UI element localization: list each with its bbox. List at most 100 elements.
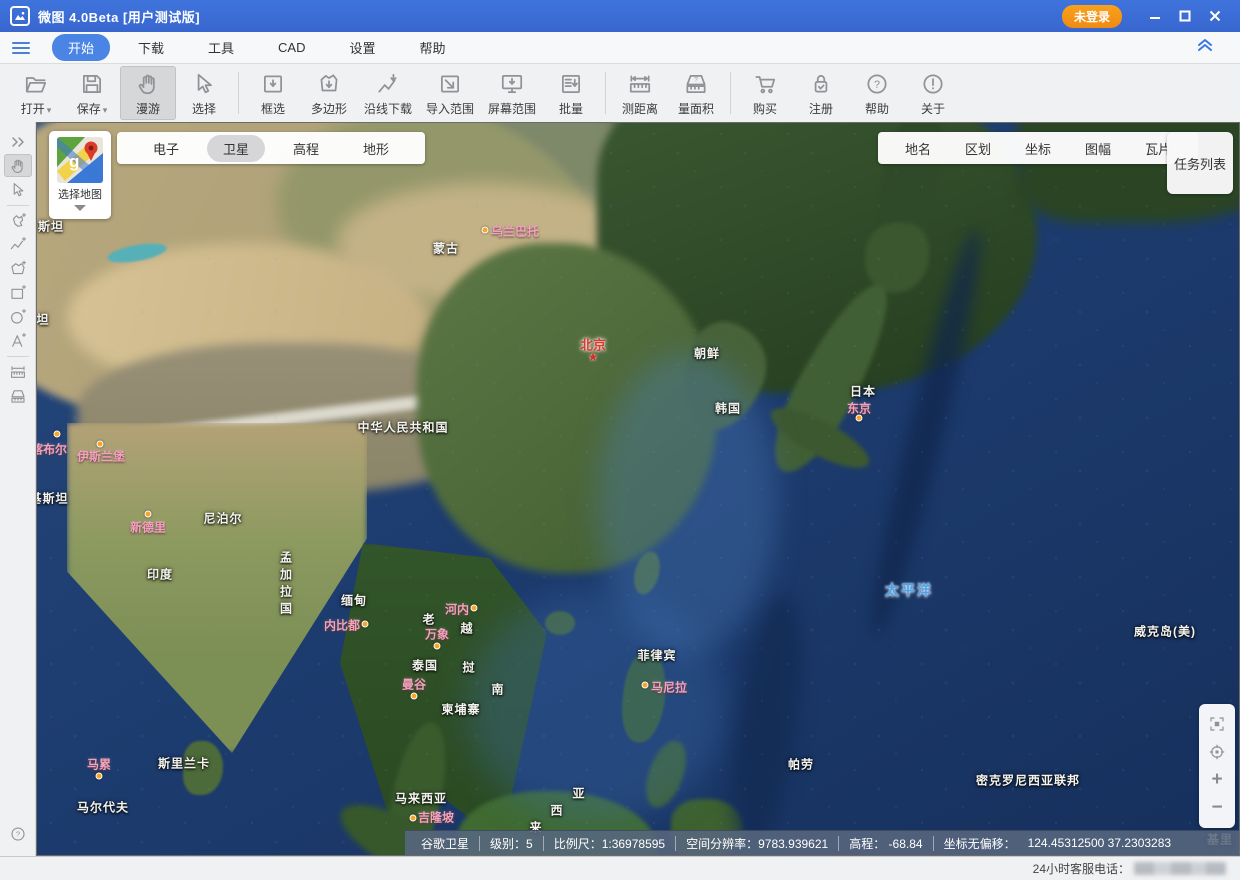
city-dot <box>54 431 61 438</box>
map-label-country: 斯里兰卡 <box>158 755 210 772</box>
measure-distance-icon <box>627 70 653 98</box>
map-label-country: 基斯坦 <box>36 490 69 507</box>
draw-freeform-icon[interactable] <box>4 209 32 232</box>
menu-item-tools[interactable]: 工具 <box>192 34 250 61</box>
minimize-button[interactable] <box>1140 5 1170 27</box>
sidebar-measure-area-icon[interactable] <box>4 384 32 407</box>
map-label-country: 亚 <box>572 785 585 802</box>
toolbar-button-buy[interactable]: 购买 <box>737 66 793 120</box>
toolbar-button-register[interactable]: 注册 <box>793 66 849 120</box>
tab-terrain-map[interactable]: 地形 <box>347 135 405 162</box>
tab-satellite-map[interactable]: 卫星 <box>207 135 265 162</box>
map-label-city: 河内 <box>445 601 469 618</box>
menu-item-start[interactable]: 开始 <box>52 34 110 61</box>
map-label-city: 吉隆坡 <box>418 809 454 826</box>
app-logo-icon <box>10 6 30 26</box>
toolbar-button-measure-distance[interactable]: 测距离 <box>612 66 668 120</box>
map-label-country: 越 <box>460 620 473 637</box>
toolbar-button-save[interactable]: 保存▾ <box>64 66 120 120</box>
tab-districts[interactable]: 区划 <box>951 135 1005 162</box>
maximize-button[interactable] <box>1170 5 1200 27</box>
toolbar-button-select[interactable]: 选择 <box>176 66 232 120</box>
toolbar: 打开▾ 保存▾ 漫游 选择 框选 多边形 沿线下载 导入范围 <box>0 64 1240 122</box>
bottom-statusbar: 24小时客服电话： <box>0 856 1240 880</box>
hamburger-menu-icon[interactable] <box>12 42 30 54</box>
menu-item-download[interactable]: 下载 <box>122 34 180 61</box>
coords-value: 124.45312500 37.2303283 <box>1028 836 1171 850</box>
sidebar-measure-distance-icon[interactable] <box>4 360 32 383</box>
sidebar-select-cursor-icon[interactable] <box>4 178 32 201</box>
menu-item-help[interactable]: 帮助 <box>404 34 462 61</box>
toolbar-button-polygon[interactable]: 多边形 <box>301 66 357 120</box>
fullscreen-icon[interactable] <box>1205 712 1229 736</box>
toolbar-button-box-select[interactable]: 框选 <box>245 66 301 120</box>
map-source-selector[interactable]: g 选择地图 <box>49 131 111 219</box>
satellite-map[interactable]: 斯坦坦蒙古中华人民共和国朝鲜韩国日本基斯坦尼泊尔印度孟加拉国缅甸老挝越南泰国柬埔… <box>36 122 1240 856</box>
svg-text:?: ? <box>16 829 20 838</box>
map-label-city: 马累 <box>87 756 111 773</box>
map-label-country: 印度 <box>147 566 173 583</box>
close-button[interactable] <box>1200 5 1230 27</box>
svg-text:?: ? <box>874 78 880 90</box>
toolbar-button-help[interactable]: ? 帮助 <box>849 66 905 120</box>
collapse-toolbar-icon[interactable] <box>1196 38 1214 57</box>
tab-elevation-map[interactable]: 高程 <box>277 135 335 162</box>
svg-text:g: g <box>69 152 79 171</box>
tab-map-sheets[interactable]: 图幅 <box>1071 135 1125 162</box>
draw-rectangle-icon[interactable] <box>4 281 32 304</box>
menu-item-cad[interactable]: CAD <box>262 36 321 59</box>
task-list-button[interactable]: 任务列表 <box>1167 132 1233 194</box>
pan-hand-icon <box>135 70 161 98</box>
svg-text:?: ? <box>694 76 698 83</box>
tab-place-names[interactable]: 地名 <box>891 135 945 162</box>
save-floppy-icon <box>79 70 105 98</box>
map-label-country: 南 <box>491 681 504 698</box>
sidebar-help-icon[interactable]: ? <box>4 822 32 845</box>
city-dot <box>642 682 649 689</box>
zoom-in-button[interactable]: + <box>1205 768 1229 792</box>
folder-open-icon <box>23 70 49 98</box>
map-label-city: 东京 <box>847 400 871 417</box>
city-dot <box>471 605 478 612</box>
draw-circle-icon[interactable] <box>4 305 32 328</box>
city-dot <box>411 693 418 700</box>
expand-panel-icon[interactable] <box>4 130 32 153</box>
map-label-city: 内比都 <box>324 617 360 634</box>
toolbar-button-open[interactable]: 打开▾ <box>8 66 64 120</box>
map-selector-label: 选择地图 <box>58 186 102 202</box>
toolbar-button-along-line[interactable]: 沿线下载 <box>357 66 419 120</box>
map-label-city: 喀布尔 <box>36 441 67 458</box>
toolbar-button-about[interactable]: 关于 <box>905 66 961 120</box>
sidebar-pan-hand-icon[interactable] <box>4 154 32 177</box>
city-dot <box>434 643 441 650</box>
menubar: 开始 下载 工具 CAD 设置 帮助 <box>0 32 1240 64</box>
toolbar-button-pan[interactable]: 漫游 <box>120 66 176 120</box>
window-title: 微图 4.0Beta [用户测试版] <box>38 7 1062 26</box>
toolbar-button-measure-area[interactable]: ? 量面积 <box>668 66 724 120</box>
draw-polygon-icon[interactable] <box>4 257 32 280</box>
map-label-country: 马尔代夫 <box>77 799 129 816</box>
city-dot <box>410 815 417 822</box>
city-dot <box>856 415 863 422</box>
tab-vector-map[interactable]: 电子 <box>137 135 195 162</box>
map-label-country: 挝 <box>462 659 475 676</box>
map-label-country: 密克罗尼西亚联邦 <box>976 772 1080 789</box>
elevation-status: 高程： -68.84 <box>849 835 922 852</box>
toolbar-button-batch[interactable]: 批量 <box>543 66 599 120</box>
draw-polyline-icon[interactable] <box>4 233 32 256</box>
toolbar-button-import-extent[interactable]: 导入范围 <box>419 66 481 120</box>
map-label-country: 日本 <box>850 383 876 400</box>
chevron-down-icon <box>74 205 86 211</box>
add-text-icon[interactable] <box>4 329 32 352</box>
locate-target-icon[interactable] <box>1205 740 1229 764</box>
zoom-out-button[interactable]: − <box>1205 796 1229 820</box>
map-statusbar: 谷歌卫星 级别：5 比例尺：1:36978595 空间分辨率：9783.9396… <box>405 830 1239 855</box>
map-label-country: 坦 <box>36 311 49 328</box>
polygon-download-icon <box>316 70 342 98</box>
tab-coordinates[interactable]: 坐标 <box>1011 135 1065 162</box>
map-label-country: 菲律宾 <box>637 647 676 664</box>
login-status-badge[interactable]: 未登录 <box>1062 5 1122 28</box>
map-label-ocean: 太平洋 <box>885 580 933 600</box>
toolbar-button-screen-extent[interactable]: 屏幕范围 <box>481 66 543 120</box>
menu-item-settings[interactable]: 设置 <box>334 34 392 61</box>
